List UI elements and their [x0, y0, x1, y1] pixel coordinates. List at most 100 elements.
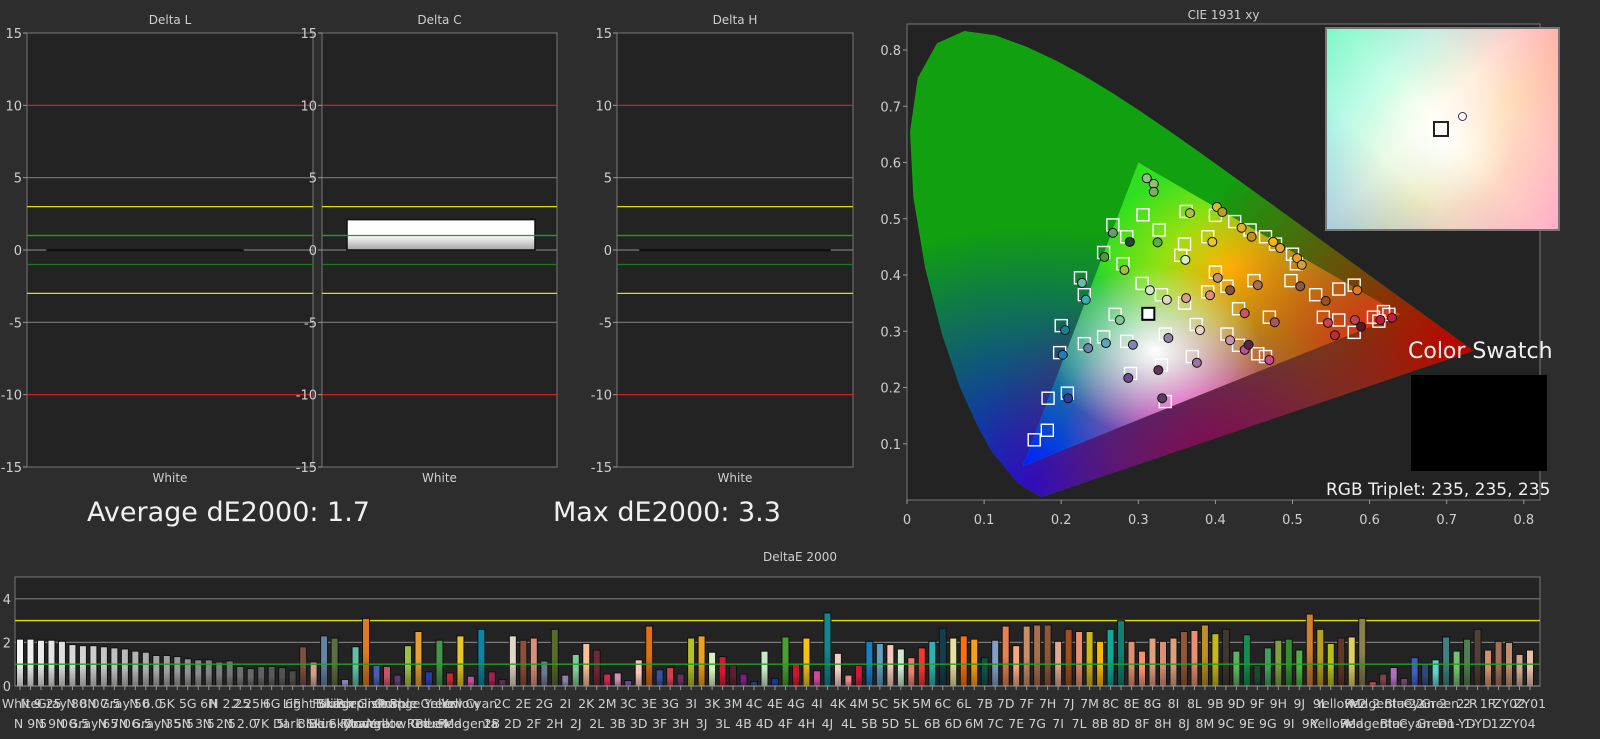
y-tick-label: -15 [1, 461, 22, 476]
bar-shade [656, 670, 663, 686]
bar-label: 2C [494, 696, 511, 711]
bar-chart-title: DeltaE 2000 [763, 550, 837, 564]
y-tick-label: 0 [14, 244, 22, 259]
bar-shade [247, 669, 254, 686]
bar-label: 4E [767, 696, 783, 711]
bar-shade [268, 666, 275, 686]
delta-panel-delta-h: Delta H151050-5-10-15White [591, 13, 853, 485]
bar-shade [960, 636, 967, 686]
bar-shade [1139, 651, 1146, 686]
bar-shade [709, 652, 716, 686]
bar-shade [216, 662, 223, 686]
bar-shade [939, 628, 946, 686]
bar-shade [1233, 651, 1240, 686]
bar-shade [457, 636, 464, 686]
bar-shade [488, 672, 495, 686]
x-tick-label: 0 [903, 513, 911, 528]
bar-shade [604, 674, 611, 686]
bar-shade [27, 639, 34, 686]
measured-point [1101, 339, 1110, 348]
bar-shade [79, 646, 86, 686]
bar-shade [384, 666, 391, 686]
measured-point [1253, 281, 1262, 290]
measured-point [1125, 237, 1134, 246]
bar-label: 8G [1144, 696, 1162, 711]
color-swatch [1411, 375, 1547, 471]
bar-label: 5G [179, 696, 197, 711]
bar-shade [562, 675, 569, 686]
bar-label: ZY01 [1514, 696, 1546, 711]
bar-label: 4M [850, 696, 869, 711]
bar-shade [132, 651, 139, 686]
x-tick-label: 0.1 [974, 513, 995, 528]
bar-shade [1516, 654, 1523, 686]
bar-shade [1013, 646, 1020, 686]
bar-shade [363, 618, 370, 686]
measured-point [1182, 294, 1191, 303]
bar-shade [1338, 638, 1345, 686]
bar-shade [1390, 667, 1397, 686]
bar-label: 9B [1207, 696, 1224, 711]
bar-label: 3E [641, 696, 657, 711]
bar-shade [625, 681, 632, 686]
average-de2000: Average dE2000: 1.7 [87, 497, 370, 528]
bar-shade [279, 667, 286, 686]
measured-point [1321, 296, 1330, 305]
delta-panel-delta-c: Delta C151050-5-10-15White [296, 13, 557, 485]
bar-label: 3H [672, 716, 689, 731]
measured-point [1296, 282, 1305, 291]
bar-shade [981, 658, 988, 686]
panel-title: Delta H [713, 13, 758, 27]
y-tick-label: 15 [595, 27, 612, 42]
bar-shade [404, 646, 411, 686]
bar-label: 4D [756, 716, 774, 731]
bar-shade [1212, 634, 1219, 686]
bar-shade [342, 679, 349, 686]
bar-shade [321, 636, 328, 686]
bar-label: 4F [778, 716, 793, 731]
bar-label: 8E [1124, 696, 1140, 711]
bar-shade [834, 653, 841, 686]
bar-shade [950, 638, 957, 686]
panel-title: Delta L [149, 13, 192, 27]
bar-label: 9I [1283, 716, 1295, 731]
y-tick-label: 0 [604, 244, 612, 259]
y-tick-label: -10 [1, 389, 22, 404]
bar-label: 2H [546, 716, 563, 731]
x-tick-label: 0.7 [1436, 513, 1457, 528]
measured-point [1162, 295, 1171, 304]
bar-shade [593, 650, 600, 686]
bar-shade [855, 665, 862, 686]
bar-shade [499, 679, 506, 686]
y-tick-label: 2 [3, 636, 11, 651]
measured-point [1208, 237, 1217, 246]
y-tick-label: 0.7 [880, 100, 901, 115]
category-label: White [153, 471, 188, 485]
bar-label: 8B [1092, 716, 1109, 731]
measured-point [1115, 316, 1124, 325]
y-tick-label: 0.4 [880, 269, 901, 284]
white-target-marker [1433, 121, 1449, 137]
bar-shade [992, 640, 999, 686]
x-tick-label: 0.8 [1513, 513, 1534, 528]
y-tick-label: 10 [5, 99, 22, 114]
bar-shade [1034, 625, 1041, 686]
bar-shade [184, 659, 191, 686]
bar-shade [174, 657, 181, 686]
bar-label: 4L [841, 716, 856, 731]
bar-shade [761, 651, 768, 686]
bar-shade [730, 665, 737, 686]
bar-shade [1254, 665, 1261, 686]
bar-label: 9C [1218, 716, 1235, 731]
bar-label: 4C [746, 696, 763, 711]
bar-shade [1317, 629, 1324, 686]
bar-shade [478, 629, 485, 686]
bar-shade [698, 636, 705, 686]
bar-label: 4H [798, 716, 815, 731]
bar-label: 7G [1028, 716, 1046, 731]
bar-shade [1023, 626, 1030, 686]
bar-label: 3I [685, 696, 697, 711]
bar-label: Cyan [466, 696, 498, 711]
bar-label: 8D [1112, 716, 1130, 731]
measured-point [1213, 273, 1222, 282]
